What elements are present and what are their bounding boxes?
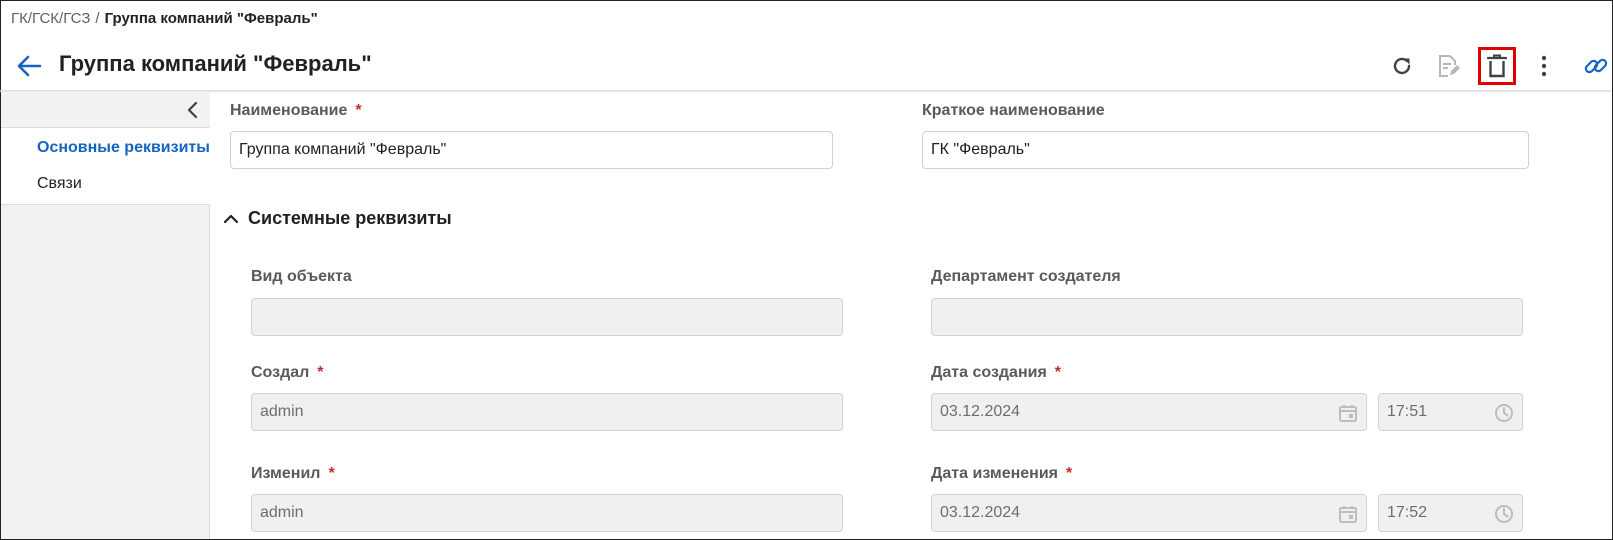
trash-icon: [1486, 54, 1508, 78]
creator-department-label-text: Департамент создателя: [931, 268, 1121, 285]
created-time-field: 17:51: [1378, 393, 1523, 431]
header-divider: [0, 90, 1611, 93]
short-name-input-value: ГК "Февраль": [931, 141, 1030, 158]
calendar-icon: [1339, 506, 1357, 523]
name-input[interactable]: Группа компаний "Февраль": [230, 131, 833, 169]
created-by-value: admin: [260, 403, 304, 420]
modified-by-field: admin: [251, 494, 843, 532]
breadcrumb-separator: /: [95, 10, 100, 27]
name-label-text: Наименование: [230, 102, 348, 119]
sidebar-item-main-details[interactable]: Основные реквизиты: [37, 139, 210, 157]
creator-department-label: Департамент создателя: [931, 268, 1121, 286]
delete-button[interactable]: [1478, 47, 1516, 85]
modified-date-value: 03.12.2024: [940, 504, 1021, 521]
breadcrumb-path[interactable]: ГК/ГСК/ГСЗ: [11, 10, 90, 27]
modified-time-value: 17:52: [1387, 504, 1428, 521]
required-mark: *: [1066, 465, 1073, 482]
copy-link-button[interactable]: [1582, 52, 1610, 80]
name-label: Наименование *: [230, 102, 362, 120]
section-title: Системные реквизиты: [248, 208, 452, 228]
calendar-icon: [1339, 405, 1357, 422]
clock-icon: [1495, 505, 1513, 523]
modified-by-label-text: Изменил: [251, 465, 321, 482]
required-mark: *: [317, 364, 324, 381]
created-date-field: 03.12.2024: [931, 393, 1367, 431]
sidebar-toolbar: [1, 92, 210, 128]
created-by-label: Создал *: [251, 364, 324, 382]
created-time-value: 17:51: [1387, 403, 1428, 420]
modified-by-value: admin: [260, 504, 304, 521]
modified-date-field: 03.12.2024: [931, 494, 1367, 532]
created-by-label-text: Создал: [251, 364, 310, 381]
short-name-label-text: Краткое наименование: [922, 102, 1105, 119]
created-date-value: 03.12.2024: [940, 403, 1021, 420]
short-name-input[interactable]: ГК "Февраль": [922, 131, 1529, 169]
refresh-button[interactable]: [1388, 52, 1416, 80]
more-vertical-icon: [1541, 55, 1547, 77]
edit-document-icon: [1439, 55, 1460, 77]
name-input-value: Группа компаний "Февраль": [239, 141, 447, 158]
back-button[interactable]: [16, 54, 42, 78]
modified-date-label-text: Дата изменения: [931, 465, 1058, 482]
required-mark: *: [355, 102, 362, 119]
sidebar: Основные реквизиты Связи: [1, 92, 210, 539]
object-type-label: Вид объекта: [251, 268, 352, 286]
object-type-field: [251, 298, 843, 336]
short-name-label: Краткое наименование: [922, 102, 1105, 120]
edit-button[interactable]: [1434, 52, 1462, 80]
link-icon: [1584, 58, 1608, 74]
breadcrumb: ГК/ГСК/ГСЗ / Группа компаний "Февраль": [11, 10, 318, 27]
required-mark: *: [1054, 364, 1062, 381]
more-options-button[interactable]: [1530, 52, 1558, 80]
created-date-label-text: Дата создания: [931, 364, 1047, 381]
modified-time-field: 17:52: [1378, 494, 1523, 532]
sidebar-nav: Основные реквизиты Связи: [1, 128, 210, 205]
refresh-icon: [1393, 57, 1411, 75]
clock-icon: [1495, 404, 1513, 422]
collapse-sidebar-button[interactable]: [184, 101, 202, 119]
modified-by-label: Изменил *: [251, 465, 335, 483]
chevron-left-icon: [187, 101, 198, 119]
arrow-left-icon: [17, 55, 42, 77]
breadcrumb-current: Группа компаний "Февраль": [104, 10, 318, 27]
required-mark: *: [328, 465, 335, 482]
sidebar-item-links[interactable]: Связи: [37, 175, 82, 193]
creator-department-field: [931, 298, 1523, 336]
page-title: Группа компаний "Февраль": [59, 51, 372, 76]
system-section-toggle[interactable]: Системные реквизиты: [222, 208, 452, 229]
chevron-up-icon: [223, 214, 239, 223]
created-by-field: admin: [251, 393, 843, 431]
modified-date-label: Дата изменения *: [931, 465, 1072, 483]
page-header: Группа компаний "Февраль": [0, 40, 1611, 90]
created-date-label: Дата создания *: [931, 364, 1061, 382]
object-type-label-text: Вид объекта: [251, 268, 352, 285]
